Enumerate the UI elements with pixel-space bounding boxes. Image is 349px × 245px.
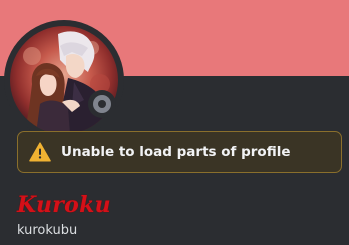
- status-indicator-center: [98, 100, 106, 108]
- warning-icon: [28, 141, 52, 163]
- username: kurokubu: [17, 223, 78, 238]
- profile-load-warning: Unable to load parts of profile: [17, 131, 342, 173]
- warning-message: Unable to load parts of profile: [61, 144, 291, 160]
- display-name: Kuroku: [17, 192, 111, 218]
